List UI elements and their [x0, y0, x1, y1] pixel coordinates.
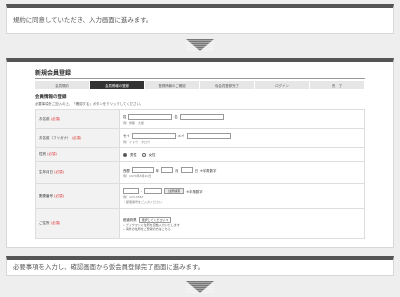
screenshot-card: 新規会員登録 会員規約 会員情報の登録 登録情報のご確認 仮会員登録完了 ログイ… — [6, 58, 394, 248]
zip-label: 郵便番号 — [39, 193, 53, 198]
name-label: お名前 — [39, 116, 50, 121]
step-register-current: 会員情報の登録 — [90, 81, 145, 89]
registration-form: 新規会員登録 会員規約 会員情報の登録 登録情報のご確認 仮会員登録完了 ログイ… — [35, 68, 365, 239]
zip-first-input[interactable] — [123, 188, 139, 194]
address-search-button[interactable]: 住所検索 — [164, 188, 185, 194]
sei-kana-caption: セイ — [123, 134, 130, 138]
zip-note: ※半角数字 — [186, 189, 203, 194]
gender-label: 性別 — [39, 152, 46, 156]
step-confirm: 登録情報のご確認 — [145, 81, 200, 89]
last-name-kana-input[interactable] — [131, 132, 176, 139]
row-name: お名前 (必須) 姓 名 例）伊藤 大郎 — [35, 109, 365, 129]
last-name-input[interactable] — [128, 113, 173, 120]
step-terms: 会員規約 — [35, 81, 90, 89]
birthday-label: 生年月日 — [39, 170, 53, 174]
form-title: 新規会員登録 — [35, 70, 72, 77]
birth-day-input[interactable] — [180, 167, 193, 173]
title-divider — [35, 78, 365, 79]
female-radio[interactable] — [141, 152, 146, 157]
address-note-item: 海外の住所をご登録の方はこちら — [123, 227, 361, 231]
row-kana: お名前（フリガナ） (必須) セイ メイ 例）イトウ タロウ — [35, 128, 365, 148]
page: 規約に同意していただき、入力画面に進みます。 新規会員登録 会員規約 会員情報の… — [0, 0, 400, 297]
male-radio[interactable] — [123, 152, 127, 157]
address-label: ご住所 — [39, 221, 50, 225]
mei-caption: 名 — [174, 115, 178, 119]
instruction-card-bottom: 必要事項を入力し、確認画面から仮会員登録完了画面に進みます。 — [6, 256, 394, 276]
step-provisional-complete: 仮会員登録完了 — [200, 81, 255, 89]
kana-label: お名前（フリガナ） — [39, 135, 71, 140]
required-badge: (必須) — [54, 170, 64, 174]
first-name-input[interactable] — [179, 113, 224, 120]
down-arrow-icon — [186, 281, 214, 293]
kana-hint: 例）イトウ タロウ — [123, 139, 151, 144]
row-birthday: 生年月日 (必須) 西暦 年 月 日 ※半角数字 例）1970年8月20日 — [35, 161, 365, 184]
bottom-message: 必要事項を入力し、確認画面から仮会員登録完了画面に進みます。 — [13, 263, 205, 271]
section-description: 必要事項をご記入の上、「確認する」ボタンをクリックしてください。 — [35, 102, 144, 106]
required-badge: (必須) — [54, 193, 64, 198]
row-gender: 性別 (必須) 男性 女性 — [35, 147, 365, 162]
name-hint: 例）伊藤 大郎 — [123, 120, 145, 125]
required-badge: (必須) — [50, 221, 61, 225]
required-badge: (必須) — [71, 135, 82, 140]
instruction-card-top: 規約に同意していただき、入力画面に進みます。 — [6, 4, 394, 34]
required-badge: (必須) — [50, 116, 61, 121]
mei-kana-caption: メイ — [177, 134, 185, 138]
birthday-hint: 例）1970年8月20日 — [123, 174, 152, 178]
zip-second-input[interactable] — [144, 188, 163, 194]
zip-hint-2: ・郵便番号をご入力ください — [123, 200, 163, 204]
step-indicator: 会員規約 会員情報の登録 登録情報のご確認 仮会員登録完了 ログイン 完 了 — [35, 81, 365, 89]
era-caption: 西暦 — [123, 168, 130, 173]
section-title: 会員情報の登録 — [35, 95, 67, 100]
prefecture-select[interactable]: 選択してください ▾ — [138, 216, 171, 223]
birth-year-input[interactable] — [131, 167, 154, 173]
down-arrow-icon — [186, 39, 214, 51]
address-notes: ブックマンに住所を自動入力いたします 海外の住所をご登録の方はこちら — [123, 223, 361, 231]
row-address: ご住所 (必須) 都道府県 選択してください ▾ ブックマンに住所を自動入力いた… — [35, 208, 365, 239]
day-caption: 日 — [194, 168, 198, 173]
zip-hint: 例）123-4567 — [123, 195, 144, 199]
step-complete: 完 了 — [310, 81, 365, 89]
female-option-label: 女性 — [148, 153, 156, 157]
year-caption: 年 — [155, 168, 160, 173]
sei-caption: 姓 — [123, 115, 127, 119]
form-table: お名前 (必須) 姓 名 例）伊藤 大郎 お名前（フリガナ） (必須) セイ メ… — [35, 109, 365, 239]
first-name-kana-input[interactable] — [186, 132, 231, 139]
male-option-label: 男性 — [130, 153, 137, 157]
prefecture-caption: 都道府県 — [123, 218, 137, 222]
required-badge: (必須) — [47, 152, 57, 156]
birthday-note: ※半角数字 — [199, 168, 217, 173]
step-login: ログイン — [255, 81, 310, 89]
month-caption: 月 — [175, 168, 179, 173]
row-zip: 郵便番号 (必須) - 住所検索 ※半角数字 例）123-4567 ・郵便番号を… — [35, 183, 365, 209]
birth-month-input[interactable] — [161, 167, 174, 173]
top-message: 規約に同意していただき、入力画面に進みます。 — [13, 16, 153, 24]
